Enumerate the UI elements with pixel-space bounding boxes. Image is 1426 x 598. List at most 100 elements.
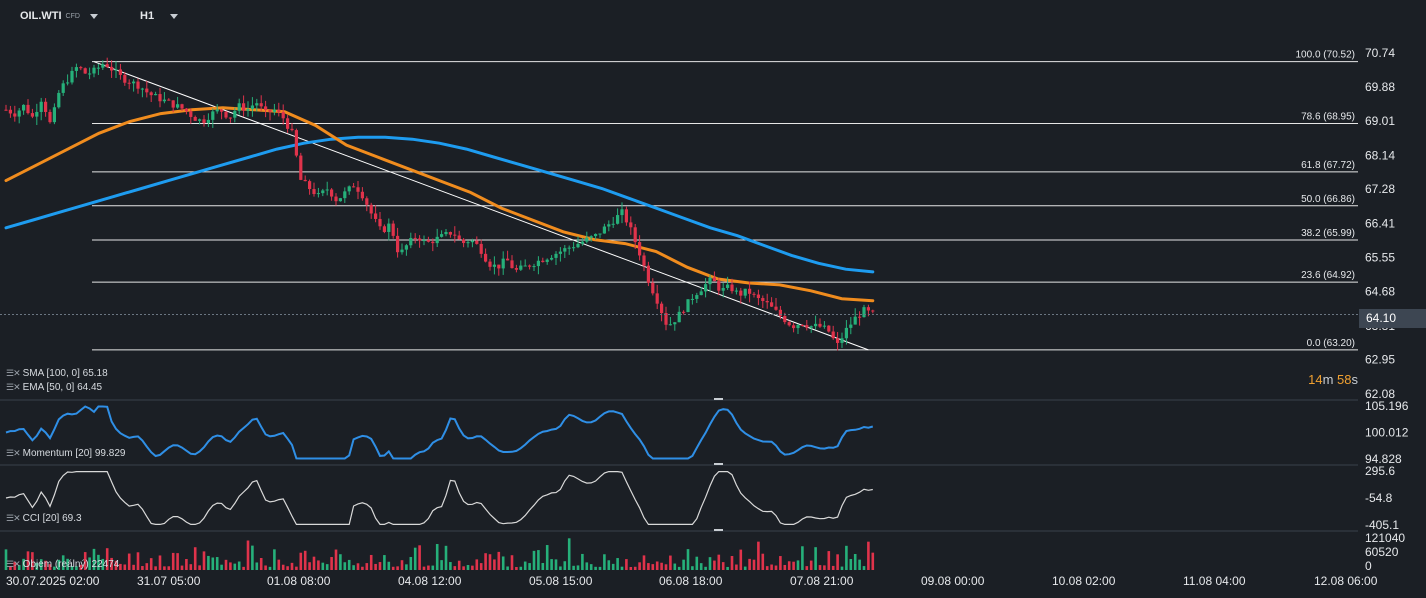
volume-bar	[427, 565, 430, 570]
candle-body	[387, 223, 391, 232]
candle-body	[105, 64, 109, 67]
timeframe-selector[interactable]: H1	[140, 10, 179, 22]
time-tick-label: 11.08 04:00	[1183, 574, 1246, 588]
volume-bar	[352, 565, 355, 570]
candle-body	[418, 238, 422, 241]
price-chart[interactable]: 100.0 (70.52) 78.6 (68.95) 61.8 (67.72) 50.…	[0, 0, 1426, 598]
candle-body	[180, 104, 184, 109]
volume-bar	[281, 564, 285, 570]
candlesticks	[4, 57, 875, 351]
legend-cci[interactable]: ☰✕ CCI [20] 69.3	[6, 513, 82, 524]
volume-bar	[633, 566, 637, 570]
candle-body	[136, 81, 140, 89]
candle-body	[44, 101, 48, 112]
candle-body	[866, 307, 870, 311]
candle-body	[690, 298, 694, 300]
settings-icon[interactable]: ☰✕	[6, 382, 21, 393]
volume-bar	[669, 555, 672, 570]
volume-bar	[743, 566, 747, 570]
volume-bar	[515, 566, 518, 570]
volume-bar	[383, 555, 386, 570]
volume-bar	[119, 563, 122, 570]
candle-body	[70, 70, 74, 83]
volume-bar	[330, 557, 333, 570]
volume-bar	[664, 564, 668, 570]
ema-50-line	[4, 106, 875, 303]
volume-bar	[356, 563, 360, 570]
volume-bar	[757, 541, 760, 570]
volume-bar	[787, 561, 791, 570]
symbol-selector[interactable]: OIL.WTI CFD	[20, 10, 98, 22]
ema-line	[4, 106, 875, 303]
price-tick-label: 69.01	[1365, 114, 1395, 128]
sma-line	[4, 135, 875, 274]
legend-momentum[interactable]: ☰✕ Momentum [20] 99.829	[6, 448, 125, 459]
volume-bar	[862, 566, 866, 570]
candle-body	[140, 88, 144, 90]
volume-bar	[400, 560, 404, 570]
candle-body	[171, 100, 175, 108]
candle-body	[431, 241, 435, 244]
volume-bar	[673, 563, 677, 570]
candle-body	[620, 209, 624, 216]
volume-bar	[237, 561, 241, 570]
candle-body	[206, 119, 210, 124]
time-tick-label: 30.07.2025 02:00	[6, 574, 100, 588]
candle-body	[585, 237, 589, 242]
candle-body	[567, 247, 571, 249]
candle-body	[308, 181, 312, 190]
symbol-name: OIL.WTI	[20, 10, 62, 22]
candle-body	[224, 111, 228, 118]
volume-bar	[576, 565, 580, 570]
legend-volume[interactable]: ☰✕ Objem (reálný) 22474	[6, 559, 119, 570]
time-tick-label: 10.08 02:00	[1052, 574, 1116, 588]
candle-body	[818, 323, 822, 327]
sma-100-line	[4, 135, 875, 274]
volume-bar	[149, 558, 153, 570]
volume-bar	[774, 565, 778, 570]
volume-bar	[814, 547, 817, 570]
volume-bar	[779, 556, 782, 570]
legend-ema[interactable]: ☰✕ EMA [50, 0] 64.45	[6, 382, 102, 393]
volume-bar	[409, 556, 413, 570]
volume-bar	[462, 566, 465, 570]
volume-bar	[202, 551, 206, 570]
volume-bar	[176, 553, 179, 570]
candle-body	[246, 109, 250, 111]
candle-body	[814, 323, 818, 327]
candle-body	[321, 190, 325, 194]
candle-body	[242, 103, 246, 111]
candle-body	[215, 109, 219, 112]
volume-bar	[726, 566, 729, 570]
time-tick-label: 05.08 15:00	[529, 574, 593, 588]
candle-body	[4, 109, 8, 111]
candle-body	[286, 118, 290, 129]
settings-icon[interactable]: ☰✕	[6, 559, 21, 570]
candle-body	[686, 299, 690, 313]
candle-body	[277, 109, 281, 113]
price-tick-label: 65.55	[1365, 250, 1395, 264]
candle-body	[629, 222, 633, 228]
volume-bar	[519, 566, 523, 570]
volume-bar	[259, 558, 263, 570]
volume-bar	[647, 563, 650, 570]
candle-body	[176, 104, 180, 108]
candle-body	[501, 258, 505, 269]
legend-momentum-label: Momentum [20] 99.829	[22, 448, 126, 459]
settings-icon[interactable]: ☰✕	[6, 368, 21, 379]
volume-bar	[801, 546, 804, 570]
volume-bar	[488, 554, 492, 570]
candle-body	[796, 324, 800, 329]
candle-body	[316, 193, 320, 195]
volume-bar	[215, 557, 219, 570]
settings-icon[interactable]: ☰✕	[6, 448, 21, 459]
volume-bar	[264, 565, 267, 570]
legend-sma[interactable]: ☰✕ SMA [100, 0] 65.18	[6, 368, 108, 379]
volume-bar	[589, 564, 593, 570]
timeframe-label: H1	[140, 10, 155, 22]
candle-body	[413, 237, 417, 239]
volume-bar	[251, 545, 254, 570]
volume-bar	[506, 566, 509, 570]
candle-body	[602, 226, 606, 234]
settings-icon[interactable]: ☰✕	[6, 513, 21, 524]
